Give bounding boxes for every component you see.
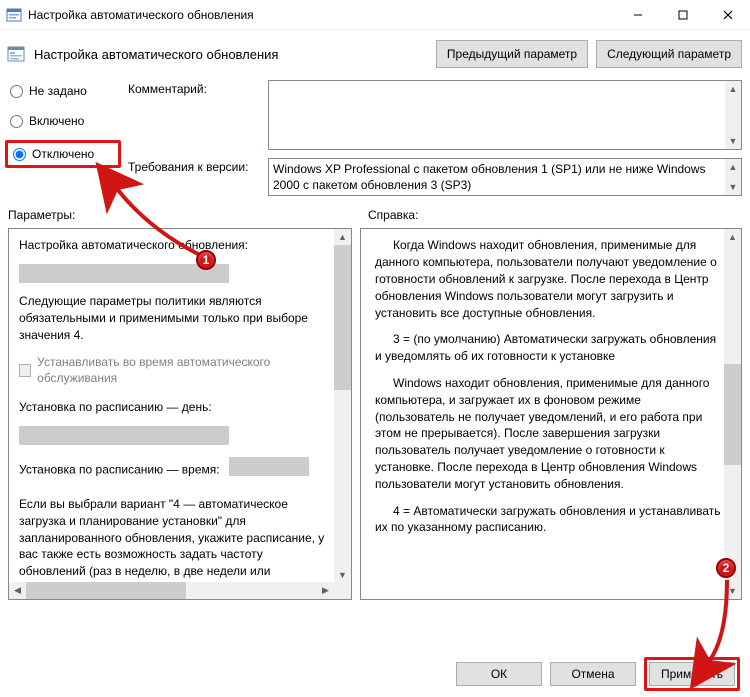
radio-disabled-input[interactable] (13, 148, 26, 161)
section-labels: Параметры: Справка: (0, 204, 750, 228)
apply-button[interactable]: Применить (649, 662, 735, 686)
maintenance-checkbox-label: Устанавливать во время автоматического о… (37, 354, 329, 388)
scroll-up-icon[interactable]: ▲ (334, 229, 351, 245)
top-right-column: Комментарий: ▲ ▼ Требования к версии: Wi… (128, 80, 742, 196)
requirements-field: Требования к версии: Windows XP Professi… (128, 158, 742, 196)
params-content: Настройка автоматического обновления: Сл… (9, 229, 351, 599)
scroll-thumb[interactable] (26, 582, 186, 599)
scrollbar-vertical[interactable]: ▲ ▼ (334, 229, 351, 583)
maintenance-checkbox-row: Устанавливать во время автоматического о… (19, 354, 329, 388)
radio-label: Не задано (29, 84, 87, 98)
panes: Настройка автоматического обновления: Сл… (0, 228, 750, 600)
scroll-down-icon[interactable]: ▼ (334, 567, 351, 583)
minimize-button[interactable] (615, 0, 660, 29)
help-paragraph: 4 = Автоматически загружать обновления и… (375, 503, 721, 537)
requirements-label: Требования к версии: (128, 158, 258, 174)
header-row: Настройка автоматического обновления Пре… (0, 30, 750, 78)
params-time-row: Установка по расписанию — время: (19, 455, 329, 486)
radio-disabled-highlight: Отключено (5, 140, 121, 168)
close-button[interactable] (705, 0, 750, 29)
scroll-down-icon[interactable]: ▼ (724, 583, 741, 599)
window-controls (615, 0, 750, 29)
radio-enabled-input[interactable] (10, 115, 23, 128)
radio-label: Включено (29, 114, 84, 128)
radio-not-configured[interactable]: Не задано (8, 82, 118, 100)
requirements-text: Windows XP Professional с пакетом обновл… (273, 162, 706, 192)
params-label: Параметры: (8, 208, 348, 222)
scroll-corner (334, 582, 351, 599)
titlebar: Настройка автоматического обновления (0, 0, 750, 30)
bottom-bar: ОК Отмена Применить (0, 653, 750, 697)
cancel-button[interactable]: Отмена (550, 662, 636, 686)
radio-group: Не задано Включено Отключено (8, 80, 118, 196)
scroll-left-icon[interactable]: ◀ (9, 582, 26, 599)
params-time-label: Установка по расписанию — время: (19, 463, 220, 477)
help-content: Когда Windows находит обновления, примен… (361, 229, 741, 599)
maximize-button[interactable] (660, 0, 705, 29)
scroll-down-icon[interactable]: ▼ (725, 133, 741, 149)
disabled-time-dropdown (229, 457, 309, 476)
scroll-right-icon[interactable]: ▶ (317, 582, 334, 599)
scrollbar-vertical[interactable]: ▲ ▼ (725, 159, 741, 195)
scroll-up-icon[interactable]: ▲ (724, 229, 741, 245)
page-title: Настройка автоматического обновления (34, 47, 428, 62)
ok-button[interactable]: ОК (456, 662, 542, 686)
radio-label: Отключено (32, 147, 94, 161)
comment-label: Комментарий: (128, 80, 258, 96)
requirements-box: Windows XP Professional с пакетом обновл… (268, 158, 742, 196)
scroll-down-icon[interactable]: ▼ (725, 179, 741, 195)
params-day-label: Установка по расписанию — день: (19, 399, 329, 416)
window-title: Настройка автоматического обновления (28, 8, 615, 22)
previous-setting-button[interactable]: Предыдущий параметр (436, 40, 588, 68)
scrollbar-vertical[interactable]: ▲ ▼ (725, 81, 741, 149)
radio-disabled[interactable]: Отключено (11, 145, 115, 163)
disabled-dropdown (19, 264, 229, 283)
params-pane: Настройка автоматического обновления: Сл… (8, 228, 352, 600)
disabled-day-dropdown (19, 426, 229, 445)
comment-field: Комментарий: ▲ ▼ (128, 80, 742, 150)
scrollbar-horizontal[interactable]: ◀ ▶ (9, 582, 334, 599)
scroll-up-icon[interactable]: ▲ (725, 81, 741, 97)
scroll-thumb[interactable] (334, 245, 351, 390)
maintenance-checkbox (19, 364, 31, 377)
params-policy-note: Следующие параметры политики являются об… (19, 293, 329, 343)
params-heading: Настройка автоматического обновления: (19, 237, 329, 254)
top-form: Не задано Включено Отключено Комментарий… (0, 78, 750, 204)
next-setting-button[interactable]: Следующий параметр (596, 40, 742, 68)
radio-not-configured-input[interactable] (10, 85, 23, 98)
help-paragraph: Когда Windows находит обновления, примен… (375, 237, 721, 321)
comment-textarea[interactable]: ▲ ▼ (268, 80, 742, 150)
help-label: Справка: (368, 208, 418, 222)
radio-enabled[interactable]: Включено (8, 112, 118, 130)
help-pane: Когда Windows находит обновления, примен… (360, 228, 742, 600)
scroll-thumb[interactable] (724, 364, 741, 465)
scroll-up-icon[interactable]: ▲ (725, 159, 741, 175)
apply-highlight: Применить (644, 657, 740, 691)
help-paragraph: 3 = (по умолчанию) Автоматически загружа… (375, 331, 721, 365)
app-icon (6, 7, 22, 23)
scrollbar-vertical[interactable]: ▲ ▼ (724, 229, 741, 599)
help-paragraph: Windows находит обновления, применимые д… (375, 375, 721, 493)
policy-icon (6, 44, 26, 64)
